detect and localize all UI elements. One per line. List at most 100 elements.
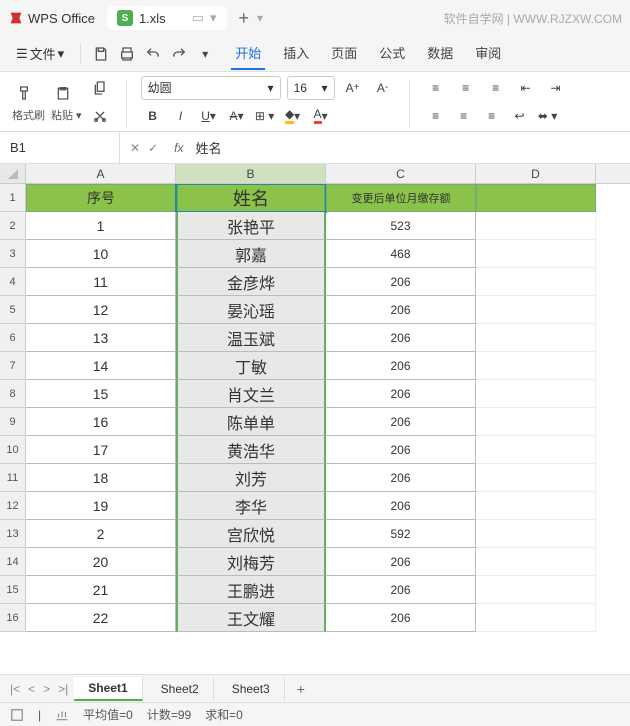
border-button[interactable]: ⊞ ▾	[253, 104, 277, 128]
cell-amount[interactable]: 206	[326, 464, 476, 492]
tab-formula[interactable]: 公式	[375, 37, 409, 70]
tab-start[interactable]: 开始	[231, 37, 265, 70]
tab-data[interactable]: 数据	[423, 37, 457, 70]
next-sheet-icon[interactable]: >	[41, 682, 52, 696]
row-header[interactable]: 2	[0, 212, 26, 240]
cell-empty[interactable]	[476, 184, 596, 212]
cell-amount[interactable]: 206	[326, 268, 476, 296]
underline-button[interactable]: U ▾	[197, 104, 221, 128]
cell-seq[interactable]: 21	[26, 576, 176, 604]
row-header[interactable]: 3	[0, 240, 26, 268]
copy-icon[interactable]	[88, 76, 112, 100]
cell-name[interactable]: 王鹏进	[176, 576, 326, 604]
cell-name[interactable]: 王文耀	[176, 604, 326, 632]
cell-amount[interactable]: 206	[326, 324, 476, 352]
decrease-font-icon[interactable]: A-	[371, 76, 395, 100]
menu-hamburger[interactable]: ☰ 文件 ▾	[8, 40, 72, 67]
cell-empty[interactable]	[476, 324, 596, 352]
cell-empty[interactable]	[476, 436, 596, 464]
cell-amount[interactable]: 206	[326, 352, 476, 380]
indent-inc-icon[interactable]: ⇥	[544, 76, 568, 100]
cell-seq[interactable]: 1	[26, 212, 176, 240]
last-sheet-icon[interactable]: >|	[56, 682, 70, 696]
cell-empty[interactable]	[476, 212, 596, 240]
cell-amount[interactable]: 592	[326, 520, 476, 548]
cell-seq[interactable]: 18	[26, 464, 176, 492]
print-icon[interactable]	[115, 42, 139, 66]
sheet-tab-1[interactable]: Sheet1	[74, 677, 142, 701]
add-sheet-button[interactable]: +	[289, 681, 313, 697]
cell-seq[interactable]: 2	[26, 520, 176, 548]
cell-name[interactable]: 陈单单	[176, 408, 326, 436]
row-header[interactable]: 8	[0, 380, 26, 408]
cell-amount[interactable]: 206	[326, 548, 476, 576]
col-header-A[interactable]: A	[26, 164, 176, 183]
cell-seq[interactable]: 17	[26, 436, 176, 464]
sheet-tab-3[interactable]: Sheet3	[218, 678, 285, 700]
cell-amount[interactable]: 206	[326, 492, 476, 520]
font-size-select[interactable]: 16▾	[287, 76, 335, 100]
cell-amount[interactable]: 206	[326, 408, 476, 436]
cell-empty[interactable]	[476, 464, 596, 492]
col-header-D[interactable]: D	[476, 164, 596, 183]
undo-icon[interactable]	[141, 42, 165, 66]
cell-empty[interactable]	[476, 576, 596, 604]
merge-icon[interactable]: ⬌ ▾	[536, 104, 560, 128]
cell-amount[interactable]: 468	[326, 240, 476, 268]
cell-seq[interactable]: 10	[26, 240, 176, 268]
row-header[interactable]: 12	[0, 492, 26, 520]
row-header[interactable]: 5	[0, 296, 26, 324]
cell-empty[interactable]	[476, 352, 596, 380]
paste-icon[interactable]	[51, 81, 75, 105]
cell-amount[interactable]: 206	[326, 380, 476, 408]
row-header[interactable]: 13	[0, 520, 26, 548]
cell-name[interactable]: 郭嘉	[176, 240, 326, 268]
row-header[interactable]: 6	[0, 324, 26, 352]
col-header-B[interactable]: B	[176, 164, 326, 183]
wrap-text-icon[interactable]: ↩	[508, 104, 532, 128]
cell-header-A[interactable]: 序号	[26, 184, 176, 212]
sheet-nav-arrows[interactable]: |< < > >|	[8, 682, 70, 696]
cell-amount[interactable]: 206	[326, 436, 476, 464]
align-center-icon[interactable]: ≡	[452, 104, 476, 128]
cell-seq[interactable]: 15	[26, 380, 176, 408]
align-top-icon[interactable]: ≡	[424, 76, 448, 100]
fill-color-button[interactable]: ◆ ▾	[281, 104, 305, 128]
row-header[interactable]: 15	[0, 576, 26, 604]
spreadsheet-grid[interactable]: A B C D 1 序号 姓名 变更后单位月缴存额 2 1 张艳平 523 3 …	[0, 164, 630, 674]
tab-more-icon[interactable]: ▾	[257, 11, 263, 25]
cell-amount[interactable]: 206	[326, 604, 476, 632]
row-header[interactable]: 9	[0, 408, 26, 436]
cell-name[interactable]: 张艳平	[176, 212, 326, 240]
dropdown-icon[interactable]: ▾	[193, 42, 217, 66]
cell-amount[interactable]: 523	[326, 212, 476, 240]
row-header[interactable]: 10	[0, 436, 26, 464]
cancel-icon[interactable]: ✕	[130, 141, 140, 155]
italic-button[interactable]: I	[169, 104, 193, 128]
row-header[interactable]: 11	[0, 464, 26, 492]
strike-button[interactable]: A ▾	[225, 104, 249, 128]
col-header-C[interactable]: C	[326, 164, 476, 183]
tab-menu-icon[interactable]: ▭	[192, 10, 204, 26]
file-tab[interactable]: S 1.xls ▭ ▾	[107, 6, 227, 30]
cell-empty[interactable]	[476, 380, 596, 408]
row-header[interactable]: 16	[0, 604, 26, 632]
cell-name[interactable]: 丁敏	[176, 352, 326, 380]
cell-seq[interactable]: 16	[26, 408, 176, 436]
cell-name[interactable]: 李华	[176, 492, 326, 520]
cell-seq[interactable]: 11	[26, 268, 176, 296]
formula-value[interactable]: 姓名	[189, 138, 227, 157]
increase-font-icon[interactable]: A+	[341, 76, 365, 100]
new-tab-button[interactable]: +	[239, 8, 250, 29]
row-header[interactable]: 7	[0, 352, 26, 380]
row-header-1[interactable]: 1	[0, 184, 26, 212]
cut-icon[interactable]	[88, 104, 112, 128]
font-color-button[interactable]: A ▾	[309, 104, 333, 128]
cell-seq[interactable]: 14	[26, 352, 176, 380]
cell-empty[interactable]	[476, 520, 596, 548]
select-all-corner[interactable]	[0, 164, 26, 183]
align-bottom-icon[interactable]: ≡	[484, 76, 508, 100]
align-left-icon[interactable]: ≡	[424, 104, 448, 128]
tab-page[interactable]: 页面	[327, 37, 361, 70]
format-brush-icon[interactable]	[12, 81, 36, 105]
